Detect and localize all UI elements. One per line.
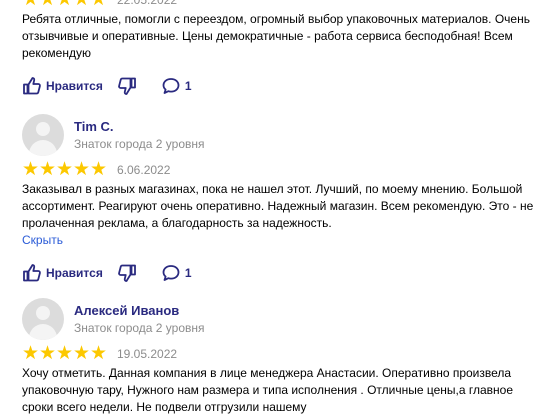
- star-icon: ★: [56, 343, 74, 364]
- like-label: Нравится: [46, 266, 103, 280]
- avatar[interactable]: [22, 298, 64, 340]
- rating-row: ★ ★ ★ ★ ★ 19.05.2022: [22, 344, 550, 364]
- star-icon: ★: [90, 159, 108, 180]
- review-text: Заказывал в разных магазинах, пока не на…: [22, 182, 534, 230]
- author-level: Знаток города 2 уровня: [74, 321, 205, 335]
- author-block: Tim C. Знаток города 2 уровня: [74, 118, 205, 152]
- comments-button[interactable]: 1: [161, 263, 192, 283]
- review-date: 22.05.2022: [117, 0, 178, 7]
- rating-row: ★ ★ ★ ★ ★ 6.06.2022: [22, 160, 550, 180]
- avatar-icon: [36, 306, 50, 320]
- review-header: Алексей Иванов Знаток города 2 уровня: [22, 298, 550, 340]
- star-icon: ★: [73, 159, 91, 180]
- rating-stars: ★ ★ ★ ★ ★: [22, 160, 107, 180]
- review-text: Ребята отличные, помогли с переездом, ог…: [22, 12, 530, 60]
- comment-count: 1: [184, 79, 192, 93]
- author-block: Алексей Иванов Знаток города 2 уровня: [74, 302, 205, 336]
- star-icon: ★: [56, 0, 73, 10]
- dislike-button[interactable]: [117, 263, 137, 283]
- like-label: Нравится: [46, 79, 103, 93]
- review-header: Tim C. Знаток города 2 уровня: [22, 114, 550, 156]
- review-actions: Нравится 1: [22, 261, 550, 285]
- thumbs-down-icon: [117, 264, 136, 282]
- thumbs-up-icon: [23, 264, 41, 282]
- comment-icon: [162, 265, 180, 281]
- star-icon: ★: [39, 159, 57, 180]
- star-icon: ★: [22, 343, 40, 364]
- author-name[interactable]: Tim C.: [74, 118, 205, 136]
- comments-button[interactable]: 1: [161, 76, 192, 96]
- thumbs-up-icon: [23, 77, 41, 95]
- star-icon: ★: [22, 159, 40, 180]
- review-date: 19.05.2022: [117, 347, 178, 361]
- star-icon: ★: [73, 0, 90, 10]
- review-actions: Нравится 1: [22, 74, 550, 98]
- review-date: 6.06.2022: [117, 163, 171, 177]
- dislike-button[interactable]: [117, 76, 137, 96]
- author-name[interactable]: Алексей Иванов: [74, 302, 205, 320]
- like-button[interactable]: Нравится: [22, 76, 103, 96]
- author-level: Знаток города 2 уровня: [74, 137, 205, 151]
- comment-count: 1: [184, 266, 192, 280]
- review-text: Хочу отметить. Данная компания в лице ме…: [22, 366, 514, 414]
- rating-row: ★ ★ ★ ★ ★ 22.05.2022: [22, 0, 550, 10]
- star-icon: ★: [39, 0, 56, 10]
- avatar-icon: [36, 122, 50, 136]
- rating-stars: ★ ★ ★ ★ ★: [22, 344, 107, 364]
- star-icon: ★: [22, 0, 39, 10]
- avatar[interactable]: [22, 114, 64, 156]
- like-button[interactable]: Нравится: [22, 263, 103, 283]
- star-icon: ★: [56, 159, 74, 180]
- review-card: Tim C. Знаток города 2 уровня ★ ★ ★ ★ ★ …: [22, 114, 550, 285]
- hide-link[interactable]: Скрыть: [22, 232, 550, 249]
- review-card: Алексей Иванов Знаток города 2 уровня ★ …: [22, 298, 550, 416]
- star-icon: ★: [73, 343, 91, 364]
- review-card: ★ ★ ★ ★ ★ 22.05.2022 Ребята отличные, по…: [22, 0, 550, 98]
- star-icon: ★: [39, 343, 57, 364]
- star-icon: ★: [90, 0, 107, 10]
- comment-icon: [162, 78, 180, 94]
- rating-stars: ★ ★ ★ ★ ★: [22, 0, 107, 10]
- thumbs-down-icon: [117, 77, 136, 95]
- star-icon: ★: [90, 343, 108, 364]
